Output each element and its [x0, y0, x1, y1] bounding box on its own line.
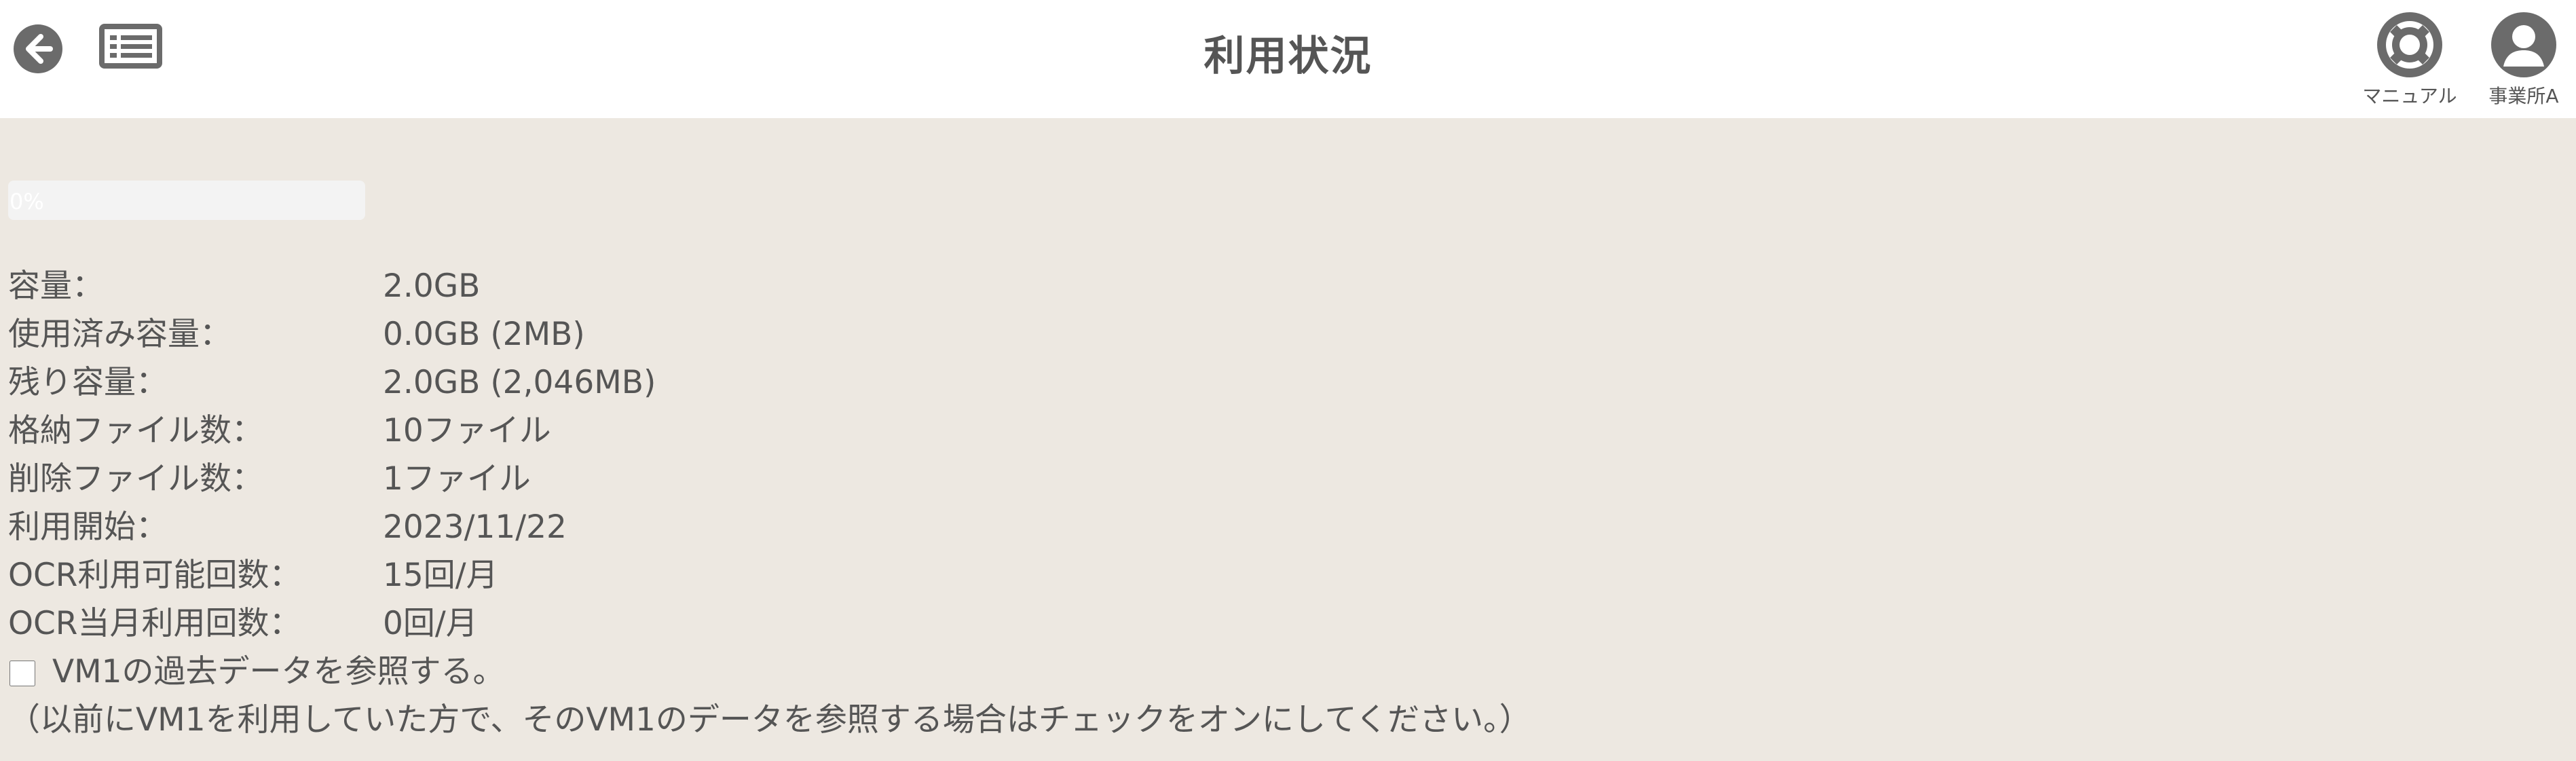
- account-label: 事業所A: [2488, 85, 2559, 107]
- ocr-available-value: 15回/月: [383, 557, 498, 594]
- vm1-checkbox-row: VM1の過去データを参照する。: [8, 648, 505, 696]
- vm1-checkbox-label[interactable]: VM1の過去データを参照する。: [52, 653, 505, 690]
- remaining-capacity-value: 2.0GB (2,046MB): [383, 364, 656, 401]
- progress-label: 0%: [10, 189, 44, 215]
- capacity-value: 2.0GB: [383, 267, 481, 305]
- remaining-capacity-label: 残り容量：: [8, 364, 168, 401]
- ocr-available-label: OCR利用可能回数：: [8, 557, 301, 594]
- start-date-label: 利用開始：: [8, 508, 168, 546]
- manual-label: マニュアル: [2362, 85, 2457, 107]
- deleted-files-value: 1ファイル: [383, 460, 531, 498]
- usage-progress-bar: 0%: [8, 181, 365, 220]
- stored-files-value: 10ファイル: [383, 412, 551, 449]
- page-title: 利用状況: [1203, 33, 1373, 80]
- stored-files-label: 格納ファイル数：: [8, 412, 263, 449]
- ocr-month-usage-label: OCR当月利用回数：: [8, 605, 301, 642]
- start-date-value: 2023/11/22: [383, 508, 567, 546]
- vm1-checkbox[interactable]: [10, 661, 35, 686]
- app-header: 利用状況 マニュアル 事業所A: [0, 0, 2576, 118]
- used-capacity-label: 使用済み容量：: [8, 316, 231, 353]
- user-icon: [2491, 12, 2556, 77]
- manual-button[interactable]: マニュアル: [2354, 11, 2465, 109]
- deleted-files-label: 削除ファイル数：: [8, 460, 263, 498]
- lifebuoy-icon: [2377, 12, 2442, 77]
- capacity-label: 容量：: [8, 267, 104, 305]
- used-capacity-value: 0.0GB (2MB): [383, 316, 585, 353]
- account-button[interactable]: 事業所A: [2483, 11, 2564, 109]
- vm1-note: （以前にVM1を利用していた方で、そのVM1のデータを参照する場合はチェックをオ…: [8, 701, 1531, 739]
- ocr-month-usage-value: 0回/月: [383, 605, 478, 642]
